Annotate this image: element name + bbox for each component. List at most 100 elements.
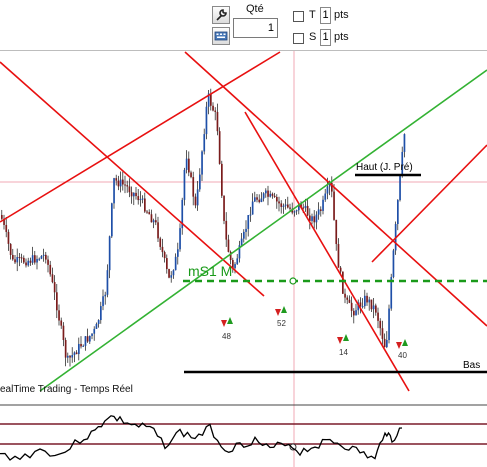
candle-body (236, 258, 239, 265)
candle-body (111, 203, 113, 237)
candle-body (135, 192, 137, 197)
candle-body (97, 320, 100, 324)
candle-body (251, 201, 254, 215)
candle-body (91, 333, 93, 336)
candle-body (383, 338, 386, 348)
candle-body (342, 271, 344, 294)
candle-body (40, 255, 43, 259)
candle-body (247, 215, 250, 229)
candle-body (38, 258, 41, 260)
candle-body (49, 264, 52, 275)
candle-body (280, 203, 283, 207)
candle-body (260, 198, 263, 203)
candle-body (350, 302, 353, 311)
candle-body (366, 295, 368, 303)
red-channel-line-4 (244, 111, 410, 392)
candle-body (163, 252, 166, 259)
candle-body (122, 179, 124, 185)
signal-40-label: 40 (398, 351, 407, 360)
candle-body (346, 297, 349, 300)
candle-body (386, 340, 388, 348)
candle-body (152, 220, 155, 223)
candle-body (243, 231, 245, 239)
candles (1, 88, 406, 367)
candle-body (267, 190, 269, 197)
candle-body (146, 211, 148, 213)
candle-body (106, 270, 109, 295)
candle-body (221, 163, 223, 196)
candle-body (249, 214, 252, 216)
candle-body (16, 257, 19, 263)
candle-body (333, 191, 335, 220)
candle-body (320, 209, 322, 211)
candle-body (355, 310, 357, 316)
candle-body (265, 190, 267, 194)
candle-body (282, 205, 285, 207)
support-label: mS1 M (188, 263, 232, 279)
signal-48-label: 48 (222, 332, 231, 341)
red-channel-line-1 (0, 61, 265, 297)
candle-body (137, 196, 140, 201)
candle-body (344, 293, 346, 298)
low-label: Bas (463, 360, 480, 371)
candle-body (126, 185, 129, 187)
candle-body (104, 294, 107, 297)
candle-body (141, 198, 144, 200)
candle-body (361, 306, 364, 308)
candle-body (194, 196, 197, 206)
candle-body (372, 305, 375, 310)
candle-body (14, 259, 16, 263)
candle-body (56, 292, 58, 311)
candle-body (75, 352, 78, 355)
candle-body (337, 244, 340, 268)
green-trend-line (39, 69, 487, 392)
candle-body (42, 254, 45, 256)
candle-body (113, 178, 115, 204)
candle-body (388, 308, 390, 341)
candle-body (119, 179, 122, 187)
candle-body (190, 172, 192, 178)
candle-body (322, 199, 324, 211)
candle-body (258, 199, 261, 203)
candle-body (368, 299, 371, 303)
candle-body (102, 296, 104, 307)
candle-body (188, 158, 190, 173)
candle-body (205, 106, 208, 135)
signal-52-label: 52 (277, 319, 286, 328)
candle-body (223, 195, 225, 221)
candle-body (348, 299, 351, 303)
candle-body (69, 355, 71, 358)
candle-body (155, 220, 157, 223)
candle-body (150, 214, 153, 223)
candle-body (256, 197, 258, 200)
candle-body (214, 110, 217, 112)
candle-body (210, 93, 212, 106)
candle-body (271, 193, 274, 196)
candle-body (225, 220, 228, 240)
candle-body (234, 264, 236, 269)
red-channel-line-3 (184, 51, 487, 327)
candle-body (174, 256, 177, 271)
price-chart[interactable]: mS1 M Haut (J. Pré) Bas 48 52 14 40 ealT… (0, 0, 487, 467)
candle-body (293, 211, 296, 213)
candle-body (313, 216, 316, 223)
candle-body (27, 260, 30, 266)
candle-body (203, 134, 206, 152)
candle-body (124, 184, 126, 186)
candle-body (335, 219, 338, 245)
candle-body (227, 239, 230, 252)
oscillator-line (0, 415, 403, 461)
candle-body (168, 269, 170, 278)
trend-lines (0, 51, 487, 392)
candle-body (377, 312, 379, 321)
candle-body (216, 111, 219, 132)
candle-body (276, 196, 278, 202)
candle-body (302, 207, 305, 209)
candle-body (100, 306, 102, 321)
signal-48: 48 (221, 317, 233, 341)
candle-body (295, 210, 298, 212)
candle-body (185, 158, 188, 170)
candle-body (199, 174, 201, 190)
candle-body (80, 343, 82, 347)
signal-14: 14 (337, 334, 349, 357)
